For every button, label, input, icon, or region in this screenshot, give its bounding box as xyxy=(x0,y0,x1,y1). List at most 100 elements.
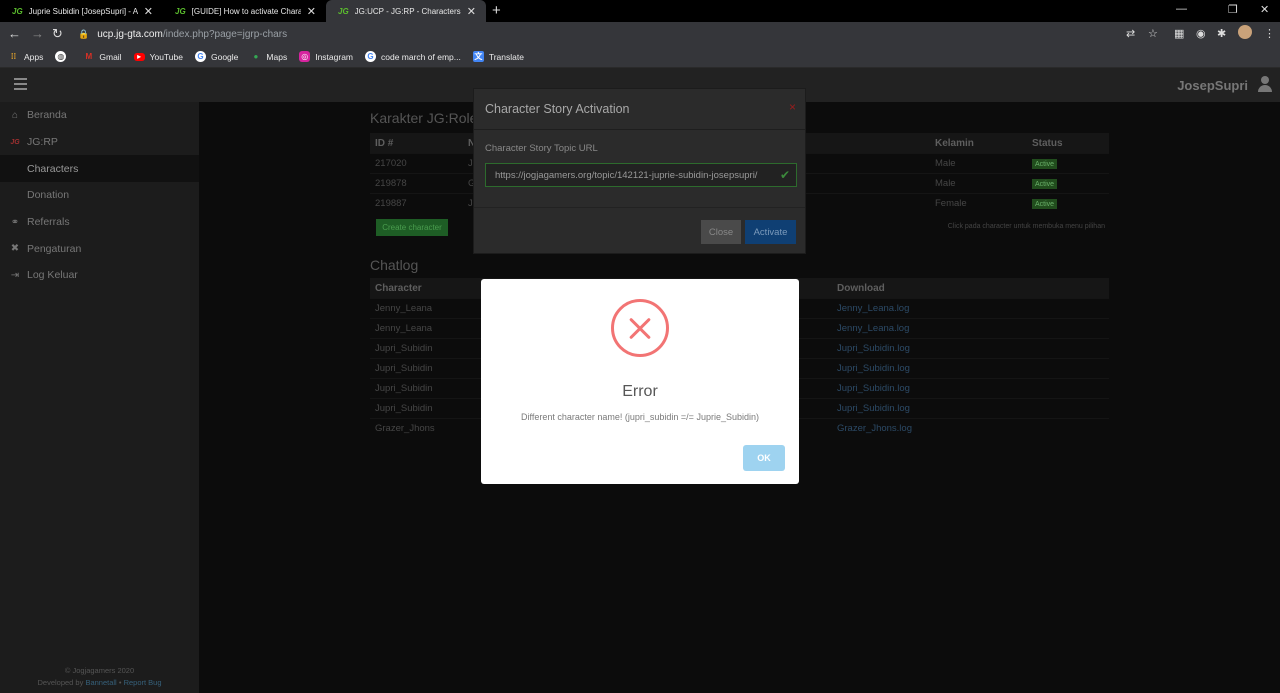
wrench-icon: ✖ xyxy=(10,243,20,255)
url-bar[interactable]: 🔒 ucp.jg-gta.com/index.php?page=jgrp-cha… xyxy=(78,24,1138,44)
instagram-icon: ◎ xyxy=(299,51,311,62)
download-link[interactable]: Jupri_Subidin.log xyxy=(832,383,1109,394)
minimize-icon[interactable]: — xyxy=(1176,3,1187,15)
reload-icon[interactable]: ↻ xyxy=(52,26,63,42)
bookmark-globe[interactable]: ◍ xyxy=(55,51,71,62)
bookmark-translate[interactable]: 文 Translate xyxy=(472,51,524,62)
download-link[interactable]: Jenny_Leana.log xyxy=(832,323,1109,334)
translate-page-icon[interactable]: ⇄ xyxy=(1126,27,1135,40)
sidebar-item-beranda[interactable]: ⌂ Beranda xyxy=(0,102,199,129)
download-link[interactable]: Jenny_Leana.log xyxy=(832,303,1109,314)
puzzle-icon[interactable]: ✱ xyxy=(1217,27,1226,40)
browser-tab-active[interactable]: JG JG:UCP - JG:RP - Characters ✕ xyxy=(326,0,486,22)
extension-icon[interactable]: ◉ xyxy=(1196,27,1206,40)
sidebar-item-pengaturan[interactable]: ✖ Pengaturan xyxy=(0,235,199,262)
error-title: Error xyxy=(622,383,658,400)
new-tab-icon[interactable]: + xyxy=(492,2,501,19)
activate-button[interactable]: Activate xyxy=(745,220,796,244)
sidebar-item-characters[interactable]: Characters xyxy=(0,155,199,183)
menu-dots-icon[interactable]: ⋮ xyxy=(1264,27,1275,40)
character-hint-text: Click pada character untuk membuka menu … xyxy=(947,223,1105,230)
topic-url-input[interactable]: https://jogjagamers.org/topic/142121-jup… xyxy=(485,163,797,187)
modal-close-icon[interactable]: × xyxy=(789,100,796,114)
bookmark-star-icon[interactable]: ☆ xyxy=(1148,27,1158,40)
sidebar-item-log-keluar[interactable]: ⇥ Log Keluar xyxy=(0,262,199,289)
sidebar-item-jgrp[interactable]: JG JG:RP xyxy=(0,129,199,156)
modal-title: Character Story Activation xyxy=(474,89,805,130)
download-link[interactable]: Jupri_Subidin.log xyxy=(832,403,1109,414)
topic-url-value: https://jogjagamers.org/topic/142121-jup… xyxy=(495,169,758,181)
ok-button[interactable]: OK xyxy=(743,445,785,471)
tab-title: JG:UCP - JG:RP - Characters xyxy=(354,6,461,16)
developer-prefix: Developed by xyxy=(37,678,84,687)
checkmark-icon: ✔ xyxy=(779,168,790,182)
bookmark-maps[interactable]: ● Maps xyxy=(250,51,287,62)
jg-favicon-icon: JG xyxy=(12,6,23,16)
browser-tab-bar: JG Juprie Subidin [JosepSupri] - Acti ✕ … xyxy=(0,0,1280,22)
jg-logo-icon: JG xyxy=(10,138,20,146)
create-character-button[interactable]: Create character xyxy=(376,219,448,236)
error-x-icon xyxy=(611,299,669,357)
profile-avatar[interactable] xyxy=(1238,25,1252,39)
bookmark-gmail[interactable]: M Gmail xyxy=(83,51,122,62)
footer-separator: • xyxy=(118,678,122,687)
url-domain: ucp.jg-gta.com xyxy=(97,28,163,40)
sidebar: ⌂ Beranda JG JG:RP Characters Donation ⚭ Re… xyxy=(0,102,199,693)
sidebar-footer: © Jogjagamers 2020 Developed by Bannetal… xyxy=(0,665,199,689)
status-badge: Active xyxy=(1032,179,1058,189)
download-link[interactable]: Jupri_Subidin.log xyxy=(832,343,1109,354)
window-close-icon[interactable]: ✕ xyxy=(1260,3,1269,16)
apps-grid-icon: ⁞⁞ xyxy=(10,52,17,61)
translate-icon: 文 xyxy=(472,51,484,62)
download-link[interactable]: Grazer_Jhons.log xyxy=(832,423,1109,434)
close-tab-icon[interactable]: ✕ xyxy=(307,5,316,18)
google-icon: G xyxy=(365,51,376,62)
tab-title: Juprie Subidin [JosepSupri] - Acti xyxy=(28,6,138,16)
download-link[interactable]: Jupri_Subidin.log xyxy=(832,363,1109,374)
sidebar-item-referrals[interactable]: ⚭ Referrals xyxy=(0,209,199,236)
close-button[interactable]: Close xyxy=(701,220,741,244)
error-dialog: Error Different character name! (jupri_s… xyxy=(481,279,799,484)
lock-icon: 🔒 xyxy=(78,28,90,39)
developer-link[interactable]: Bannetall xyxy=(85,678,116,687)
bookmark-google[interactable]: G Google xyxy=(194,51,238,62)
back-icon[interactable]: ← xyxy=(8,26,21,41)
hamburger-menu-icon[interactable] xyxy=(14,78,27,93)
topic-url-label: Character Story Topic URL xyxy=(485,143,598,154)
browser-tab[interactable]: JG [GUIDE] How to activate Characte ✕ xyxy=(163,0,326,22)
bookmark-youtube[interactable]: ▸ YouTube xyxy=(133,52,183,62)
bookmark-apps[interactable]: ⁞⁞ Apps xyxy=(8,51,44,62)
status-badge: Active xyxy=(1032,159,1058,169)
jg-favicon-icon: JG xyxy=(175,6,186,16)
youtube-icon: ▸ xyxy=(133,52,145,61)
report-bug-link[interactable]: Report Bug xyxy=(124,678,162,687)
status-badge: Active xyxy=(1032,199,1058,209)
username[interactable]: JosepSupri xyxy=(1177,78,1248,93)
close-tab-icon[interactable]: ✕ xyxy=(467,5,476,18)
bookmarks-bar: ⁞⁞ Apps ◍ M Gmail ▸ YouTube G Google ● Maps ◎… xyxy=(0,46,1280,68)
google-icon: G xyxy=(194,51,206,62)
chatlog-title: Chatlog xyxy=(370,257,419,273)
gmail-icon: M xyxy=(85,52,93,61)
url-path: /index.php?page=jgrp-chars xyxy=(162,28,288,40)
globe-icon: ◍ xyxy=(55,51,67,62)
bookmark-instagram[interactable]: ◎ Instagram xyxy=(299,51,353,62)
restore-icon[interactable]: ❐ xyxy=(1228,3,1238,16)
sidebar-item-donation[interactable]: Donation xyxy=(0,182,199,209)
close-tab-icon[interactable]: ✕ xyxy=(144,5,153,18)
jg-favicon-icon: JG xyxy=(338,6,349,16)
bookmark-code-march[interactable]: Gcode march of emp... xyxy=(365,51,461,62)
browser-tab[interactable]: JG Juprie Subidin [JosepSupri] - Acti ✕ xyxy=(0,0,163,22)
logout-icon: ⇥ xyxy=(10,269,20,281)
handshake-icon: ⚭ xyxy=(10,216,20,228)
address-toolbar: ← → ↻ 🔒 ucp.jg-gta.com/index.php?page=jg… xyxy=(0,22,1280,46)
user-icon[interactable] xyxy=(1258,76,1272,92)
error-message: Different character name! (jupri_subidin… xyxy=(521,412,759,422)
forward-icon[interactable]: → xyxy=(31,26,44,41)
maps-icon: ● xyxy=(253,52,259,61)
home-icon: ⌂ xyxy=(11,109,19,121)
tab-title: [GUIDE] How to activate Characte xyxy=(191,6,301,16)
extension-icon[interactable]: ▦ xyxy=(1174,27,1184,40)
modal-divider xyxy=(474,207,805,208)
characters-title: Karakter JG:Role xyxy=(370,110,478,126)
